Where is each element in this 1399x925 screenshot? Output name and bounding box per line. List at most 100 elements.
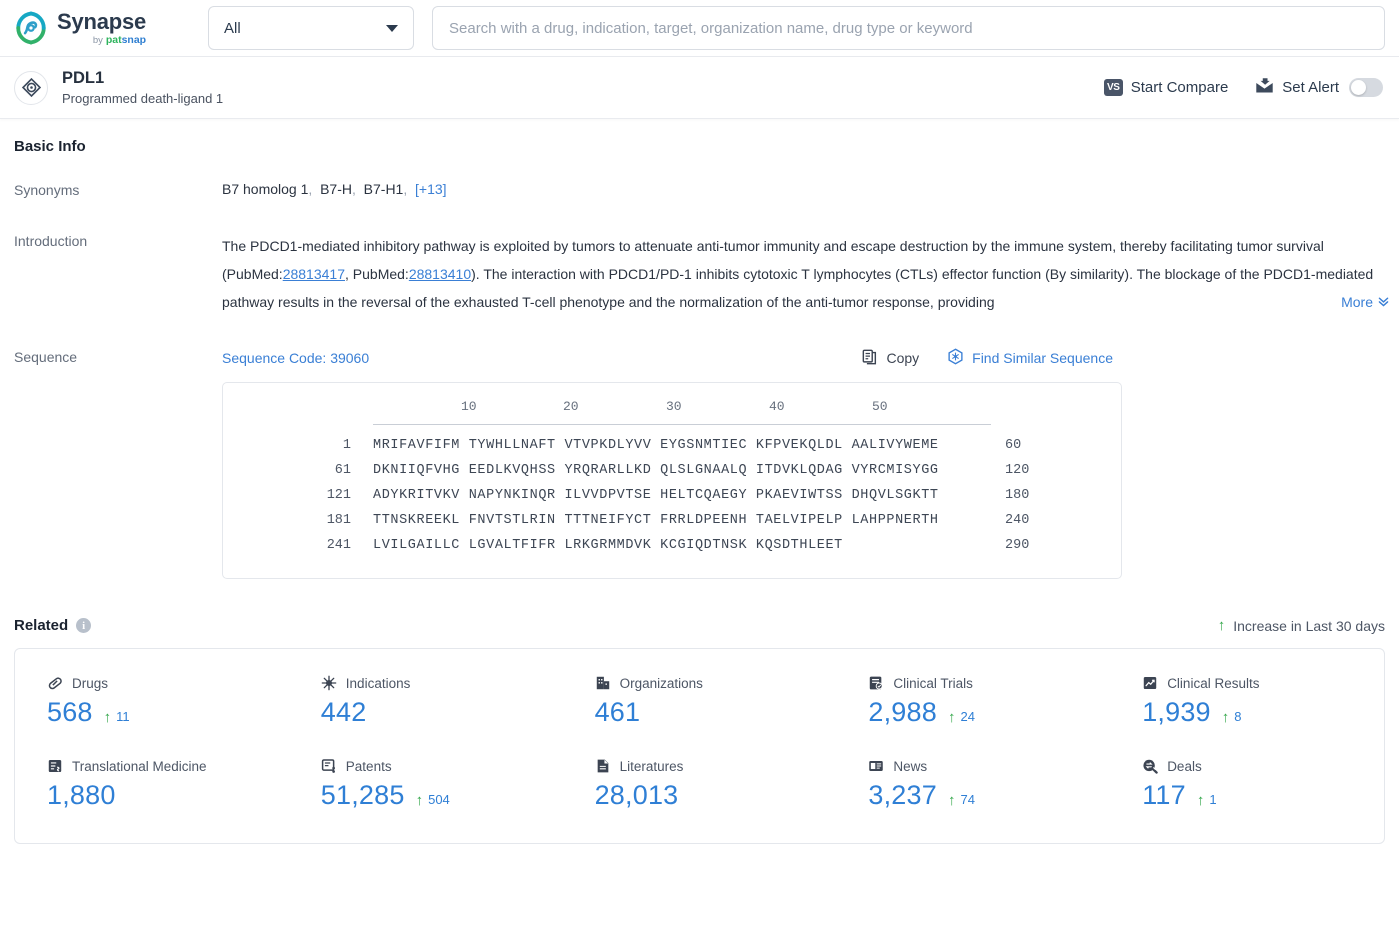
- arrow-up-icon: ↑: [947, 792, 956, 809]
- arrow-up-icon: ↑: [947, 709, 956, 726]
- ruler-tick: 50: [872, 399, 888, 414]
- related-card-translational-medicine[interactable]: Translational Medicine 1,880: [15, 736, 289, 819]
- card-delta: ↑ 8: [1222, 709, 1242, 725]
- related-card-organizations[interactable]: Organizations 461: [563, 667, 837, 736]
- page-title: PDL1: [62, 68, 105, 87]
- related-card-drugs[interactable]: Drugs 568 ↑ 11: [15, 667, 289, 736]
- sequence-code-link[interactable]: Sequence Code: 39060: [222, 350, 369, 366]
- card-label: Patents: [345, 758, 392, 774]
- set-alert-control[interactable]: Set Alert: [1255, 77, 1383, 99]
- literature-icon: [595, 758, 611, 774]
- trial-icon: [868, 675, 884, 691]
- chevron-down-icon: [386, 24, 398, 32]
- related-cards-panel: Drugs 568 ↑ 11 Indications 442 Organizat…: [14, 648, 1385, 844]
- sequence-residues: TTNSKREEKL FNVTSTLRIN TTTNEIFYCT FRRLDPE…: [373, 513, 939, 528]
- synapse-logo-icon: [14, 11, 48, 45]
- chevron-double-down-icon: [1377, 295, 1390, 310]
- card-label: Indications: [345, 675, 411, 691]
- card-delta: ↑ 504: [415, 792, 450, 809]
- top-bar: Synapse by patsnap All: [0, 0, 1399, 57]
- related-card-clinical-trials[interactable]: Clinical Trials 2,988 ↑ 24: [836, 667, 1110, 736]
- related-card-patents[interactable]: Patents 51,285 ↑ 504: [289, 736, 563, 819]
- ruler-tick: 10: [461, 399, 477, 414]
- sequence-start-index: 61: [334, 463, 351, 478]
- ruler-line: [373, 424, 991, 425]
- card-delta: ↑ 11: [103, 709, 130, 726]
- sequence-residues: MRIFAVFIFM TYWHLLNAFT VTVPKDLYVV EYGSNMT…: [373, 438, 939, 453]
- card-value: 2,988: [868, 697, 937, 727]
- card-value: 28,013: [594, 780, 679, 810]
- related-legend-label: Increase in Last 30 days: [1233, 617, 1385, 634]
- set-alert-toggle[interactable]: [1349, 78, 1383, 97]
- logo-by: by: [92, 34, 103, 46]
- card-delta-value: 11: [116, 709, 130, 724]
- news-icon: [868, 758, 884, 774]
- alert-mail-icon: [1255, 77, 1274, 99]
- basic-info-title: Basic Info: [14, 138, 86, 155]
- card-delta: ↑ 74: [947, 792, 975, 809]
- copy-sequence-button[interactable]: Copy: [862, 349, 919, 368]
- introduction-text: The PDCD1-mediated inhibitory pathway is…: [222, 232, 1390, 316]
- start-compare-label: Start Compare: [1130, 79, 1229, 96]
- card-label: Drugs: [72, 675, 109, 691]
- sequence-line: 121 ADYKRITVKV NAPYNKINQR ILVVDPVTSE HEL…: [223, 483, 1121, 508]
- related-card-deals[interactable]: Deals 117 ↑ 1: [1110, 736, 1384, 819]
- arrow-up-icon: ↑: [103, 709, 112, 726]
- start-compare-button[interactable]: VS Start Compare: [1103, 79, 1229, 96]
- sequence-start-index: 181: [326, 513, 351, 528]
- pubmed-link[interactable]: 28813417: [283, 266, 345, 282]
- search-scope-select[interactable]: All: [208, 6, 414, 50]
- vs-icon: VS: [1103, 79, 1123, 96]
- ruler-tick: 40: [769, 399, 785, 414]
- related-card-literatures[interactable]: Literatures 28,013: [563, 736, 837, 819]
- patent-icon: [321, 758, 337, 774]
- app-logo[interactable]: Synapse by patsnap: [14, 10, 194, 46]
- card-value: 1,880: [47, 780, 116, 810]
- search-input[interactable]: [447, 18, 1370, 38]
- card-value: 51,285: [320, 780, 405, 810]
- sequence-end-index: 290: [1005, 538, 1030, 553]
- info-icon[interactable]: i: [76, 618, 92, 633]
- pubmed-link[interactable]: 28813410: [409, 266, 471, 282]
- card-value: 3,237: [868, 780, 937, 810]
- arrow-up-icon: ↑: [1196, 792, 1205, 809]
- search-scope-value: All: [224, 19, 241, 37]
- arrow-up-icon: ↑: [1217, 617, 1226, 634]
- introduction-value: The PDCD1-mediated inhibitory pathway is…: [222, 232, 1390, 316]
- results-icon: [1142, 675, 1158, 691]
- sequence-residues: LVILGAILLC LGVALTFIFR LRKGRMMDVK KCGIQDT…: [373, 538, 843, 553]
- sequence-line: 241 LVILGAILLC LGVALTFIFR LRKGRMMDVK KCG…: [223, 533, 1121, 558]
- sequence-end-index: 240: [1005, 513, 1030, 528]
- sequence-label: Sequence: [14, 349, 78, 365]
- card-delta-value: 24: [960, 709, 975, 724]
- pill-icon: [47, 675, 63, 691]
- sequence-value: Sequence Code: 39060 Copy Find Similar S…: [222, 348, 1385, 579]
- related-header: Related i ↑ Increase in Last 30 days: [14, 617, 1385, 634]
- find-similar-sequence-button[interactable]: Find Similar Sequence: [947, 348, 1113, 368]
- main-content: Basic Info Synonyms B7 homolog 1, B7-H, …: [0, 138, 1399, 844]
- set-alert-label: Set Alert: [1282, 79, 1339, 96]
- related-card-news[interactable]: News 3,237 ↑ 74: [836, 736, 1110, 819]
- related-title: Related: [14, 617, 69, 634]
- sequence-residues: ADYKRITVKV NAPYNKINQR ILVVDPVTSE HELTCQA…: [373, 488, 939, 503]
- sequence-start-index: 241: [326, 538, 351, 553]
- card-value: 117: [1142, 780, 1186, 810]
- building-icon: [595, 675, 611, 691]
- card-delta-value: 74: [960, 792, 975, 807]
- find-similar-label: Find Similar Sequence: [972, 350, 1113, 366]
- card-label: Deals: [1167, 758, 1202, 774]
- card-value: 1,939: [1142, 697, 1211, 727]
- search-box[interactable]: [432, 6, 1385, 50]
- arrow-up-icon: ↑: [415, 792, 424, 809]
- virus-icon: [321, 675, 337, 691]
- related-card-indications[interactable]: Indications 442: [289, 667, 563, 736]
- translational-icon: [47, 758, 63, 774]
- related-card-clinical-results[interactable]: Clinical Results 1,939 ↑ 8: [1110, 667, 1384, 736]
- sequence-line: 181 TTNSKREEKL FNVTSTLRIN TTTNEIFYCT FRR…: [223, 508, 1121, 533]
- ruler-tick: 20: [563, 399, 579, 414]
- card-delta-value: 1: [1209, 792, 1217, 807]
- introduction-more-button[interactable]: More: [1339, 288, 1390, 316]
- card-delta: ↑ 24: [947, 709, 975, 726]
- synonyms-more-link[interactable]: [+13]: [415, 181, 447, 197]
- sequence-ruler: 10 20 30 40 50: [373, 399, 991, 433]
